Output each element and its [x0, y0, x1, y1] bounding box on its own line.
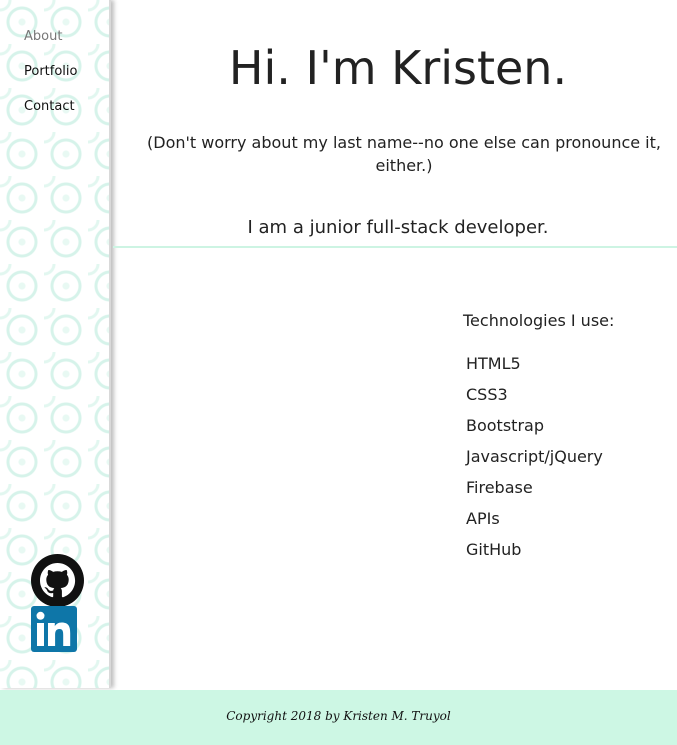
github-link[interactable] — [31, 554, 84, 607]
list-item: Javascript/jQuery — [466, 447, 603, 466]
section-divider — [113, 246, 677, 248]
sidebar-nav: About Portfolio Contact — [24, 29, 77, 134]
main-content: Hi. I'm Kristen. (Don't worry about my l… — [113, 0, 677, 688]
list-item: GitHub — [466, 540, 522, 559]
hero-subtitle: (Don't worry about my last name--no one … — [147, 133, 661, 175]
list-item: Firebase — [466, 478, 533, 497]
technologies-list: HTML5 CSS3 Bootstrap Javascript/jQuery F… — [466, 353, 603, 570]
nav-item-about[interactable]: About — [24, 29, 77, 45]
list-item: CSS3 — [466, 385, 508, 404]
technologies-heading: Technologies I use: — [463, 311, 615, 330]
linkedin-icon — [31, 606, 77, 652]
nav-item-contact[interactable]: Contact — [24, 99, 77, 115]
list-item: HTML5 — [466, 354, 521, 373]
page-title: Hi. I'm Kristen. — [228, 41, 568, 95]
hero-role: I am a junior full-stack developer. — [247, 217, 549, 238]
sidebar: About Portfolio Contact — [0, 0, 111, 688]
list-item: APIs — [466, 509, 500, 528]
footer: Copyright 2018 by Kristen M. Truyol — [0, 690, 677, 745]
github-icon — [31, 554, 84, 607]
footer-copyright: Copyright 2018 by Kristen M. Truyol — [226, 709, 451, 723]
linkedin-link[interactable] — [31, 606, 77, 652]
nav-item-portfolio[interactable]: Portfolio — [24, 64, 77, 80]
list-item: Bootstrap — [466, 416, 544, 435]
